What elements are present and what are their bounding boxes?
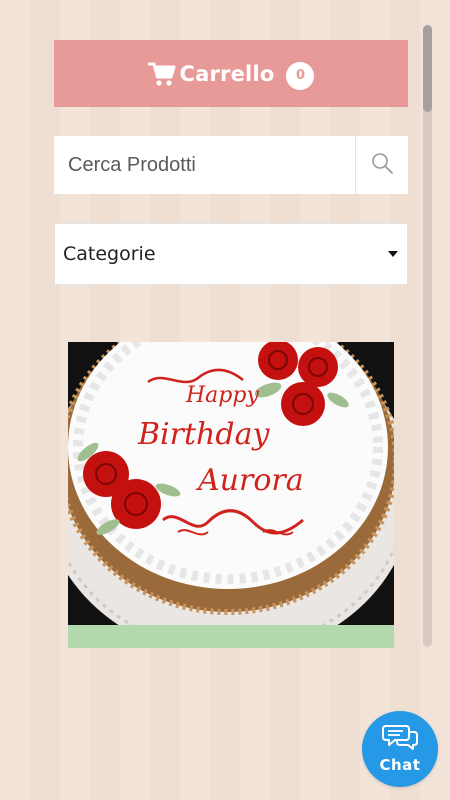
cart-label: Carrello: [179, 61, 275, 86]
cart-button[interactable]: Carrello 0: [54, 40, 408, 107]
scrollbar-thumb[interactable]: [423, 25, 432, 112]
search-input[interactable]: [54, 136, 355, 194]
cake-text-happy: Happy: [185, 383, 259, 408]
search-box: [54, 136, 408, 194]
category-selected: Categorie: [63, 243, 156, 265]
product-card[interactable]: Happy Birthday Aurora: [43, 305, 413, 657]
product-image[interactable]: Happy Birthday Aurora: [43, 305, 413, 657]
cart-icon: [147, 61, 176, 87]
chat-bubbles-icon: [382, 724, 418, 755]
caret-down-icon: [388, 251, 398, 257]
chat-button[interactable]: Chat: [362, 711, 438, 787]
category-select[interactable]: Categorie: [54, 223, 408, 285]
chat-label: Chat: [379, 756, 421, 774]
search-button[interactable]: [355, 136, 408, 194]
search-icon: [370, 151, 394, 180]
cart-count-badge: 0: [286, 61, 315, 90]
cake-text-birthday: Birthday: [137, 417, 270, 452]
cake-text-name: Aurora: [195, 463, 304, 498]
product-footer[interactable]: [68, 625, 394, 648]
scrollbar[interactable]: [423, 25, 432, 647]
